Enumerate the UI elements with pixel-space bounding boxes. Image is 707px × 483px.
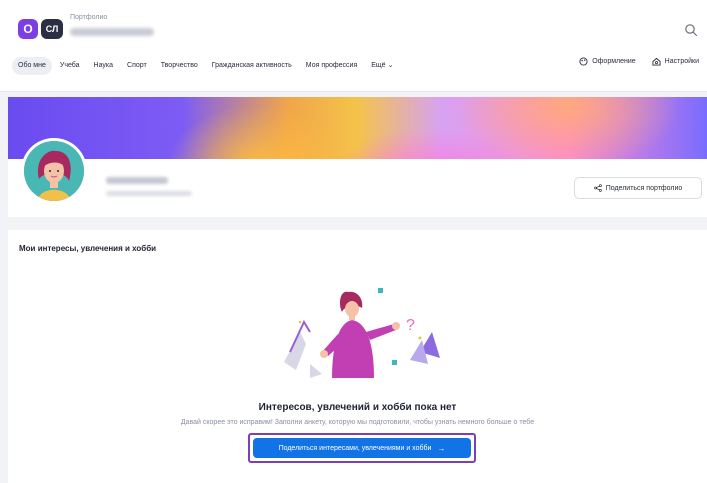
empty-state-description: Давай скорее это исправим! Заполни анкет… [180, 419, 535, 426]
nav-item-science[interactable]: Наука [88, 57, 119, 75]
profile-name-redacted [106, 177, 168, 184]
nav-item-sport[interactable]: Спорт [121, 57, 153, 75]
palette-icon [579, 57, 588, 66]
profile-meta-redacted [106, 191, 192, 196]
section-title: Мои интересы, увлечения и хобби [19, 244, 157, 253]
arrow-right-icon: → [437, 443, 446, 453]
nav-more-label: Ещё [371, 62, 386, 69]
nav-item-civic[interactable]: Гражданская активность [206, 57, 298, 75]
share-portfolio-button[interactable]: Поделиться портфолио [574, 177, 702, 199]
share-interests-label: Поделиться интересами, увлечениями и хоб… [278, 444, 432, 452]
nav-item-about[interactable]: Обо мне [12, 57, 52, 75]
share-interests-button[interactable]: Поделиться интересами, увлечениями и хоб… [253, 438, 471, 458]
share-portfolio-label: Поделиться портфолио [605, 184, 683, 192]
nav-item-study[interactable]: Учеба [54, 57, 86, 75]
settings-label: Настройки [664, 58, 699, 65]
user-initials-avatar[interactable]: СЛ [41, 19, 63, 39]
profile-avatar[interactable] [21, 138, 87, 204]
settings-link[interactable]: Настройки [652, 57, 699, 66]
share-icon [593, 184, 602, 192]
nav-item-more[interactable]: Ещё ⌄ [365, 57, 399, 75]
nav-item-profession[interactable]: Моя профессия [300, 57, 363, 75]
user-name-redacted [70, 28, 154, 36]
app-title: Портфолио [70, 14, 108, 21]
search-icon[interactable] [684, 23, 698, 37]
profile-banner [8, 97, 707, 159]
design-label: Оформление [592, 58, 636, 65]
top-header: O СЛ Портфолио Обо мне Учеба Наука Спорт… [0, 0, 707, 92]
header-actions: Оформление Настройки [563, 57, 699, 66]
empty-state-title: Интересов, увлечений и хобби пока нет [258, 402, 457, 413]
svg-text:?: ? [406, 317, 415, 334]
nav-item-creativity[interactable]: Творчество [155, 57, 204, 75]
cta-highlight: Поделиться интересами, увлечениями и хоб… [248, 433, 476, 463]
empty-state-illustration: ? [284, 288, 440, 378]
settings-icon [652, 57, 661, 66]
interests-section: Мои интересы, увлечения и хобби ? Интере… [8, 230, 707, 483]
person-avatar-icon [24, 141, 84, 201]
profile-card: Поделиться портфолио [8, 97, 707, 217]
main-nav: Обо мне Учеба Наука Спорт Творчество Гра… [12, 55, 401, 77]
app-logo[interactable]: O [18, 19, 38, 39]
design-link[interactable]: Оформление [579, 57, 636, 66]
chevron-down-icon: ⌄ [387, 62, 394, 69]
